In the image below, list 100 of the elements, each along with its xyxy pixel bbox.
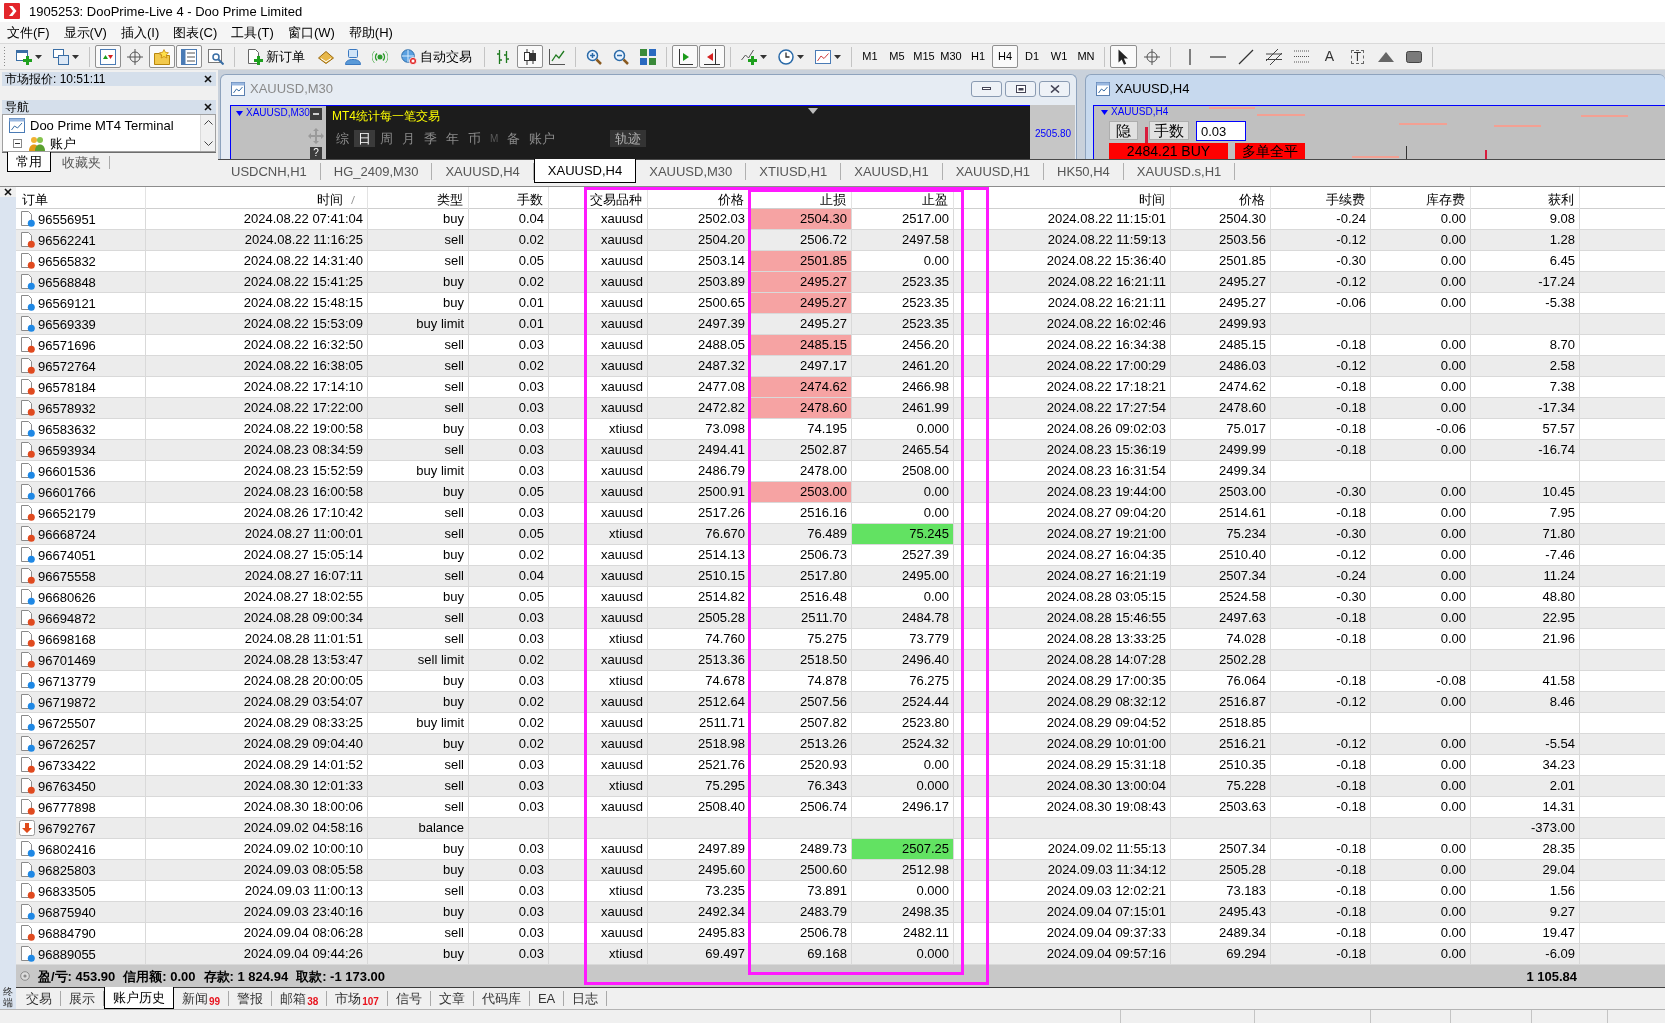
tab[interactable]: 代码库: [473, 991, 530, 1006]
period-tab[interactable]: 季: [420, 130, 441, 147]
table-cell: 96792767: [38, 821, 96, 835]
tab[interactable]: 文章: [430, 991, 474, 1006]
chart-tab[interactable]: XAUUSD.s,H1: [1123, 163, 1236, 180]
period-tab[interactable]: 综: [332, 130, 353, 147]
tab[interactable]: 信号: [387, 991, 431, 1006]
close-icon[interactable]: [204, 75, 212, 83]
close-icon[interactable]: [204, 103, 212, 111]
close-icon[interactable]: [4, 188, 12, 196]
table-cell: 96578184: [38, 380, 96, 394]
toolbar-button[interactable]: [672, 45, 698, 68]
timeframe-button[interactable]: H1: [965, 45, 991, 68]
chart-tab[interactable]: HK50,H4: [1044, 163, 1124, 180]
minus-box-icon[interactable]: [13, 138, 22, 148]
minimize-button[interactable]: [971, 80, 1002, 97]
timeframe-button[interactable]: M15: [911, 45, 937, 68]
lots-button[interactable]: 手数: [1149, 121, 1189, 140]
tab[interactable]: 日志: [564, 991, 608, 1006]
restore-button[interactable]: [1005, 80, 1036, 97]
unread-count: 107: [362, 997, 379, 1007]
close-all-button[interactable]: 多单全平: [1235, 143, 1305, 159]
caret-down-icon: [35, 54, 42, 59]
triangle-icon: [1377, 51, 1394, 62]
window-title: XAUUSD,H4: [1115, 82, 1190, 95]
close-button[interactable]: [1039, 80, 1070, 97]
timeframe-button[interactable]: H4: [992, 45, 1018, 68]
menu-item[interactable]: 图表(C): [166, 23, 225, 42]
scroll-down-icon[interactable]: [203, 141, 213, 146]
price-line: [1494, 125, 1541, 127]
menu-item[interactable]: 窗口(W): [280, 23, 342, 42]
chart-tab[interactable]: XAUUSD,H1: [841, 163, 943, 180]
zoom-out-icon: [613, 48, 629, 65]
windows-icon: [53, 48, 69, 65]
chart-tab[interactable]: XAUUSD,H4: [432, 163, 534, 180]
timeframe-button[interactable]: W1: [1046, 45, 1072, 68]
tool-button[interactable]: T: [1344, 45, 1371, 68]
window-title: XAUUSD,M30: [250, 82, 334, 95]
chart-tab[interactable]: XTIUSD,H1: [746, 163, 842, 180]
price-line: [1352, 156, 1399, 158]
table-cell: 96593934: [38, 443, 96, 457]
auto-trading-button[interactable]: 自动交易: [394, 45, 479, 68]
menu-item[interactable]: 显示(V): [56, 23, 114, 42]
chart-tab[interactable]: USDCNH,H1: [218, 163, 321, 180]
panel-tab[interactable]: 收藏夹: [54, 156, 110, 169]
new-order-button[interactable]: 新订单: [240, 45, 312, 68]
tree-item[interactable]: 账户: [50, 136, 76, 150]
hide-button[interactable]: 隐: [1109, 121, 1138, 140]
summary-total: 1 105.84: [1526, 969, 1577, 983]
tree-item[interactable]: Doo Prime MT4 Terminal: [30, 118, 174, 132]
table-cell: 96578932: [38, 401, 96, 415]
chart-tab[interactable]: XAUUSD,H4: [533, 159, 637, 183]
unread-count: 38: [307, 997, 319, 1007]
chart-tab[interactable]: XAUUSD,H1: [942, 163, 1045, 180]
period-tab[interactable]: 备: [503, 130, 525, 147]
price-line: [1399, 123, 1447, 125]
table-cell: 96571696: [38, 338, 96, 352]
table-cell: 96726257: [38, 737, 96, 751]
help-button[interactable]: ?: [310, 147, 322, 159]
timeframe-button[interactable]: MN: [1073, 45, 1099, 68]
toolbar-button[interactable]: [517, 45, 543, 68]
timeframe-button[interactable]: M5: [884, 45, 910, 68]
tool-button[interactable]: [1110, 45, 1137, 68]
period-tab[interactable]: 周: [376, 130, 397, 147]
menu-item[interactable]: 帮助(H): [341, 23, 400, 42]
toolbar-button[interactable]: [699, 45, 725, 68]
menu-item[interactable]: 插入(I): [113, 23, 167, 42]
period-tab[interactable]: 月: [398, 130, 419, 147]
minus-box-icon[interactable]: [310, 108, 322, 120]
scroll-up-icon[interactable]: [203, 120, 213, 125]
buy-button[interactable]: 2484.21 BUY: [1109, 143, 1228, 159]
tab[interactable]: 交易: [18, 991, 61, 1006]
chart-tab[interactable]: HG_2409,M30: [320, 163, 433, 180]
close-icon: [1049, 84, 1060, 93]
tool-button[interactable]: A: [1316, 45, 1343, 68]
summary-value: 存款: 1 824.94: [203, 969, 289, 983]
period-tab[interactable]: 日: [354, 130, 375, 147]
tab[interactable]: 账户历史: [104, 987, 174, 1009]
lots-input[interactable]: 0.03: [1196, 121, 1246, 141]
chart-shift-icon: [704, 48, 720, 65]
period-tab[interactable]: 年: [442, 130, 463, 147]
price-line: [1581, 115, 1628, 117]
table-cell: 96698168: [38, 632, 96, 646]
menu-item[interactable]: 文件(F): [0, 23, 57, 42]
trace-button[interactable]: 轨迹: [610, 130, 647, 147]
tab[interactable]: 警报: [229, 991, 273, 1006]
panel-tab[interactable]: 常用: [7, 152, 51, 172]
table-cell: 2503.00: [750, 482, 852, 503]
candlestick-icon: [522, 48, 538, 65]
period-tab[interactable]: 币: [464, 130, 485, 147]
timeframe-button[interactable]: D1: [1019, 45, 1045, 68]
period-tab[interactable]: 账户: [525, 130, 560, 147]
table-cell: 96562241: [38, 233, 96, 247]
tab[interactable]: EA: [529, 991, 565, 1006]
timeframe-button[interactable]: M1: [857, 45, 883, 68]
timeframe-button[interactable]: M30: [938, 45, 964, 68]
chart-tab[interactable]: XAUUSD,M30: [636, 163, 747, 180]
menu-item[interactable]: 工具(T): [224, 23, 281, 42]
table-cell: 2478.60: [750, 398, 852, 419]
triangle-down-icon: [1101, 109, 1108, 115]
